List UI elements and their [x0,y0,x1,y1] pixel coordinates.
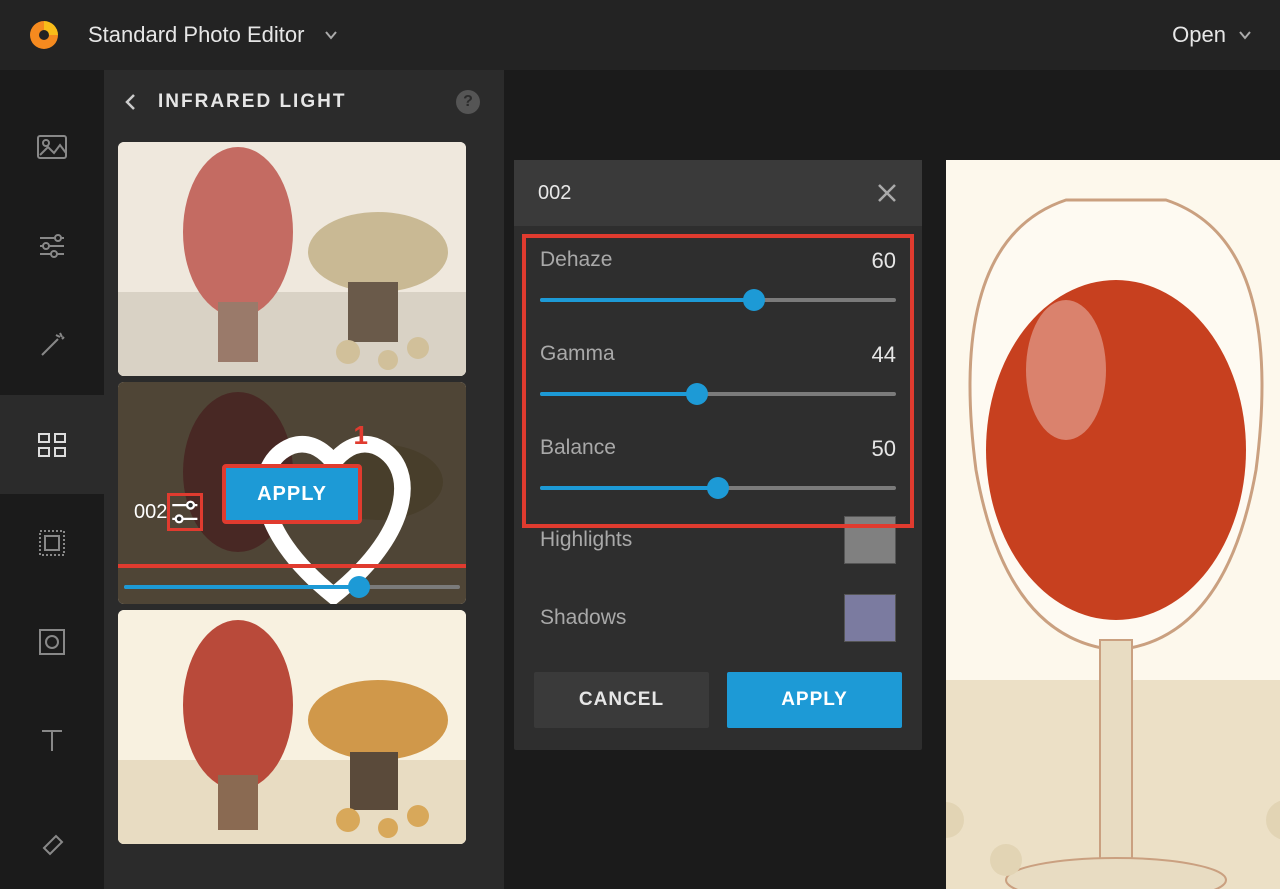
open-menu[interactable]: Open [1172,22,1252,48]
preset-header: INFRARED LIGHT ? [104,70,504,124]
rail-frames[interactable] [0,494,104,593]
rail-image[interactable] [0,98,104,197]
dehaze-control: Dehaze 60 [534,226,902,320]
preset-settings-button[interactable] [167,493,203,531]
circle-frame-icon [36,626,68,658]
text-icon [36,725,68,757]
annotation-1: 1 [354,420,368,451]
chevron-down-icon [324,28,338,42]
highlights-row: Highlights [534,508,902,586]
rail-adjust[interactable] [0,197,104,296]
gamma-control: Gamma 44 [534,320,902,414]
app-title-dropdown[interactable]: Standard Photo Editor [88,22,338,48]
apply-label: APPLY [781,689,848,711]
cancel-button[interactable]: CANCEL [534,672,709,728]
shadows-label: Shadows [540,606,626,630]
app-title-label: Standard Photo Editor [88,22,304,48]
open-label: Open [1172,22,1226,48]
preset-list: 002 1 APPLY [104,124,504,889]
apply-button[interactable]: APPLY [727,672,902,728]
tool-rail [0,70,104,889]
shadows-swatch[interactable] [844,594,896,642]
balance-value: 50 [872,436,896,462]
preset-settings-panel: 002 Dehaze 60 Gamma 44 Balance 50 [514,160,922,750]
preset-name: 002 [134,501,167,524]
image-icon [36,131,68,163]
dehaze-value: 60 [872,248,896,274]
preset-title: INFRARED LIGHT [158,91,346,113]
gamma-slider[interactable] [540,384,896,404]
dehaze-label: Dehaze [540,248,612,274]
balance-label: Balance [540,436,616,462]
preset-intensity-slider[interactable] [118,564,466,604]
rail-magic[interactable] [0,296,104,395]
close-icon[interactable] [876,182,898,204]
canvas-preview [946,160,1280,889]
app-body: INFRARED LIGHT ? [0,70,1280,889]
preset-apply-button[interactable]: APPLY [222,464,362,524]
gamma-label: Gamma [540,342,615,368]
grid-icon [36,428,68,460]
rail-text[interactable] [0,691,104,790]
help-icon[interactable]: ? [456,90,480,114]
apply-label: APPLY [257,483,327,506]
sliders-icon [36,230,68,262]
highlights-label: Highlights [540,528,632,552]
back-icon[interactable] [122,93,140,111]
settings-title: 002 [538,182,571,205]
app-header: Standard Photo Editor Open [0,0,1280,70]
wand-icon [36,329,68,361]
rail-presets[interactable] [0,395,104,494]
preset-thumb-003[interactable] [118,610,466,844]
sliders-icon [170,496,200,528]
settings-header: 002 [514,160,922,226]
dehaze-slider[interactable] [540,290,896,310]
highlights-swatch[interactable] [844,516,896,564]
app-logo-icon [28,19,60,51]
settings-buttons: CANCEL APPLY [514,664,922,728]
rail-vignette[interactable] [0,592,104,691]
preset-thumb-002[interactable]: 002 1 APPLY [118,382,466,604]
balance-slider[interactable] [540,478,896,498]
rail-eraser[interactable] [0,790,104,889]
frame-icon [36,527,68,559]
preset-thumb-001[interactable] [118,142,466,376]
balance-control: Balance 50 [534,414,902,508]
header-left: Standard Photo Editor [28,19,338,51]
chevron-down-icon [1238,28,1252,42]
preset-panel: INFRARED LIGHT ? [104,70,504,889]
cancel-label: CANCEL [579,689,664,711]
gamma-value: 44 [872,342,896,368]
eraser-icon [36,824,68,856]
shadows-row: Shadows [534,586,902,664]
